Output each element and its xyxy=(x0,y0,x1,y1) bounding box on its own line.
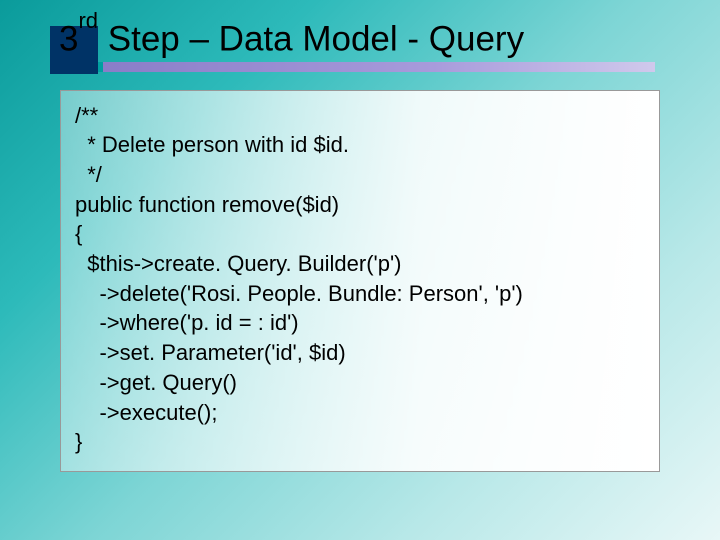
code-line: * Delete person with id $id. xyxy=(75,132,349,157)
title-superscript: rd xyxy=(78,8,98,33)
code-line: */ xyxy=(75,162,102,187)
slide: 3rd Step – Data Model - Query /** * Dele… xyxy=(50,18,690,472)
title-ordinal: 3 xyxy=(59,20,78,59)
code-line: public function remove($id) xyxy=(75,192,339,217)
code-line: { xyxy=(75,221,82,246)
title-area: 3rd Step – Data Model - Query xyxy=(50,18,690,72)
code-line: ->delete('Rosi. People. Bundle: Person',… xyxy=(75,281,523,306)
code-line: ->get. Query() xyxy=(75,370,237,395)
slide-title: 3rd Step – Data Model - Query xyxy=(53,18,524,60)
title-underline xyxy=(55,62,655,72)
title-rest: Step – Data Model - Query xyxy=(98,20,524,59)
code-line: ->where('p. id = : id') xyxy=(75,310,299,335)
code-line: ->execute(); xyxy=(75,400,217,425)
code-line: /** xyxy=(75,103,98,128)
code-block: /** * Delete person with id $id. */ publ… xyxy=(60,90,660,472)
underline-purple xyxy=(103,62,655,72)
code-line: } xyxy=(75,429,82,454)
code-line: ->set. Parameter('id', $id) xyxy=(75,340,346,365)
code-line: $this->create. Query. Builder('p') xyxy=(75,251,402,276)
